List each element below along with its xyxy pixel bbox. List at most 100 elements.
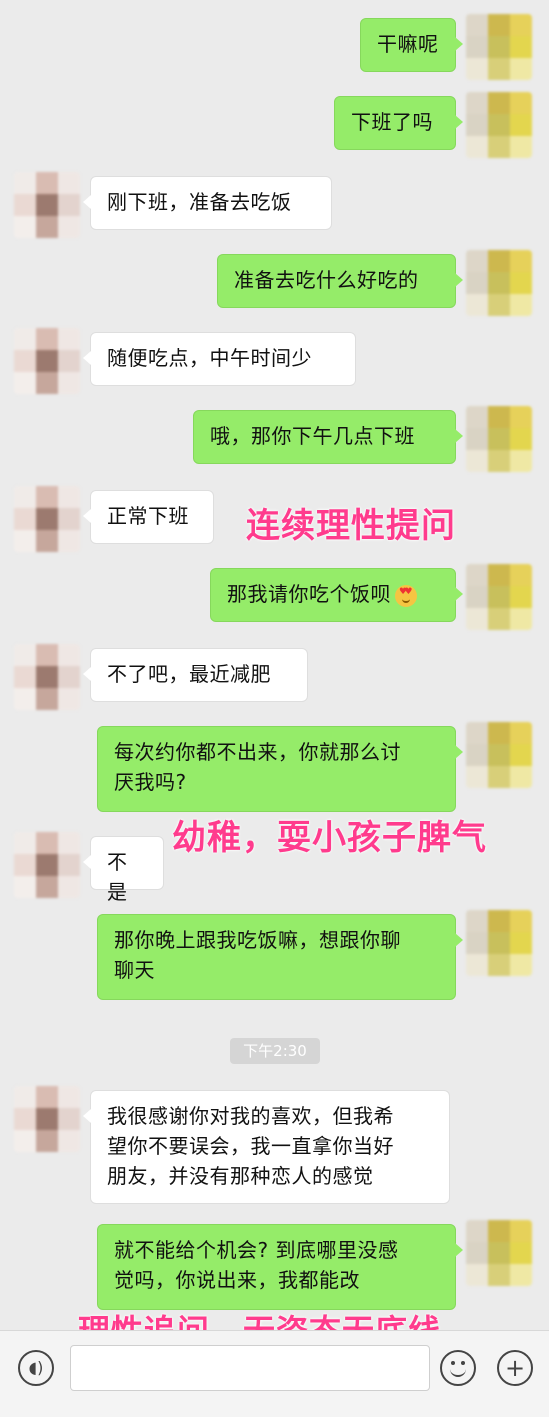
avatar-pixel bbox=[36, 350, 58, 372]
message-bubble-received[interactable]: 我很感谢你对我的喜欢，但我希 望你不要误会，我一直拿你当好 朋友，并没有那种恋人… bbox=[83, 1090, 450, 1204]
avatar-pixel bbox=[510, 294, 532, 316]
avatar-pixel bbox=[14, 644, 36, 666]
avatar-pixel bbox=[36, 216, 58, 238]
avatar-pixel bbox=[466, 910, 488, 932]
avatar-self[interactable] bbox=[466, 1220, 532, 1286]
avatar-pixel bbox=[14, 194, 36, 216]
avatar-pixel bbox=[510, 428, 532, 450]
avatar-self[interactable] bbox=[466, 910, 532, 976]
avatar-pixel bbox=[488, 428, 510, 450]
avatar-pixel bbox=[14, 688, 36, 710]
avatar-self[interactable] bbox=[466, 14, 532, 80]
avatar-pixel bbox=[466, 1242, 488, 1264]
avatar-pixel bbox=[14, 1130, 36, 1152]
message-bubble-sent[interactable]: 那你晚上跟我吃饭嘛，想跟你聊 聊天 bbox=[97, 914, 463, 1000]
avatar-pixel bbox=[466, 428, 488, 450]
avatar-pixel bbox=[36, 854, 58, 876]
avatar-pixel bbox=[466, 250, 488, 272]
avatar-self[interactable] bbox=[466, 92, 532, 158]
avatar-pixel bbox=[36, 372, 58, 394]
smile-icon[interactable] bbox=[440, 1350, 476, 1386]
avatar-contact[interactable] bbox=[14, 644, 80, 710]
message-input[interactable] bbox=[70, 1345, 430, 1391]
avatar-pixel bbox=[36, 644, 58, 666]
avatar-pixel bbox=[466, 564, 488, 586]
avatar-pixel bbox=[510, 954, 532, 976]
avatar-pixel bbox=[488, 406, 510, 428]
message-bubble-received[interactable]: 刚下班，准备去吃饭 bbox=[83, 176, 332, 230]
message-bubble-received[interactable]: 随便吃点，中午时间少 bbox=[83, 332, 356, 386]
message-bubble-sent[interactable]: 准备去吃什么好吃的 bbox=[217, 254, 463, 308]
avatar-pixel bbox=[488, 766, 510, 788]
avatar-pixel bbox=[58, 194, 80, 216]
avatar-pixel bbox=[466, 1264, 488, 1286]
avatar-pixel bbox=[14, 508, 36, 530]
avatar-pixel bbox=[14, 666, 36, 688]
message-bubble-sent[interactable]: 干嘛呢 bbox=[360, 18, 463, 72]
avatar-pixel bbox=[488, 450, 510, 472]
avatar-contact[interactable] bbox=[14, 1086, 80, 1152]
avatar-pixel bbox=[510, 114, 532, 136]
avatar-pixel bbox=[58, 372, 80, 394]
avatar-pixel bbox=[510, 92, 532, 114]
avatar-pixel bbox=[466, 36, 488, 58]
avatar-self[interactable] bbox=[466, 406, 532, 472]
avatar-pixel bbox=[14, 216, 36, 238]
message-bubble-sent[interactable]: 就不能给个机会? 到底哪里没感 觉吗，你说出来，我都能改 bbox=[97, 1224, 463, 1310]
avatar-pixel bbox=[510, 910, 532, 932]
avatar-self[interactable] bbox=[466, 564, 532, 630]
message-bubble-received[interactable]: 不是 bbox=[83, 836, 164, 904]
avatar-pixel bbox=[14, 328, 36, 350]
avatar-pixel bbox=[466, 294, 488, 316]
avatar-self[interactable] bbox=[466, 250, 532, 316]
message-bubble-sent[interactable]: 下班了吗 bbox=[334, 96, 463, 150]
avatar-pixel bbox=[466, 14, 488, 36]
avatar-pixel bbox=[488, 136, 510, 158]
avatar-contact[interactable] bbox=[14, 328, 80, 394]
avatar-pixel bbox=[488, 92, 510, 114]
avatar-contact[interactable] bbox=[14, 172, 80, 238]
avatar-pixel bbox=[36, 832, 58, 854]
avatar-pixel bbox=[14, 1108, 36, 1130]
avatar-pixel bbox=[14, 832, 36, 854]
avatar-pixel bbox=[488, 250, 510, 272]
message-bubble-sent[interactable]: 每次约你都不出来，你就那么讨 厌我吗? bbox=[97, 726, 463, 812]
annotation-text: 幼稚，耍小孩子脾气 bbox=[172, 818, 487, 858]
avatar-pixel bbox=[36, 1108, 58, 1130]
avatar-pixel bbox=[510, 1264, 532, 1286]
avatar-pixel bbox=[466, 450, 488, 472]
avatar-pixel bbox=[466, 586, 488, 608]
message-bubble-sent[interactable]: 哦，那你下午几点下班 bbox=[193, 410, 463, 464]
avatar-pixel bbox=[488, 294, 510, 316]
avatar-pixel bbox=[488, 1242, 510, 1264]
avatar-pixel bbox=[510, 250, 532, 272]
avatar-pixel bbox=[510, 406, 532, 428]
avatar-pixel bbox=[14, 486, 36, 508]
avatar-contact[interactable] bbox=[14, 486, 80, 552]
avatar-pixel bbox=[58, 350, 80, 372]
avatar-pixel bbox=[466, 136, 488, 158]
avatar-pixel bbox=[58, 876, 80, 898]
message-bubble-received[interactable]: 不了吧，最近减肥 bbox=[83, 648, 308, 702]
avatar-contact[interactable] bbox=[14, 832, 80, 898]
avatar-pixel bbox=[510, 450, 532, 472]
message-timestamp: 下午2:30 bbox=[230, 1038, 320, 1064]
plus-icon[interactable]: + bbox=[497, 1350, 533, 1386]
avatar-pixel bbox=[58, 530, 80, 552]
voice-icon[interactable]: ◖) bbox=[18, 1350, 54, 1386]
avatar-pixel bbox=[466, 766, 488, 788]
message-bubble-received[interactable]: 正常下班 bbox=[83, 490, 214, 544]
message-bubble-sent[interactable]: 那我请你吃个饭呗 bbox=[210, 568, 463, 622]
avatar-pixel bbox=[510, 586, 532, 608]
avatar-pixel bbox=[510, 58, 532, 80]
avatar-pixel bbox=[510, 564, 532, 586]
heart-eyes-emoji-icon bbox=[395, 584, 417, 607]
avatar-pixel bbox=[466, 114, 488, 136]
avatar-pixel bbox=[488, 58, 510, 80]
avatar-pixel bbox=[36, 194, 58, 216]
annotation-text: 连续理性提问 bbox=[246, 506, 456, 546]
avatar-pixel bbox=[488, 564, 510, 586]
avatar-pixel bbox=[510, 932, 532, 954]
avatar-pixel bbox=[58, 1086, 80, 1108]
avatar-self[interactable] bbox=[466, 722, 532, 788]
